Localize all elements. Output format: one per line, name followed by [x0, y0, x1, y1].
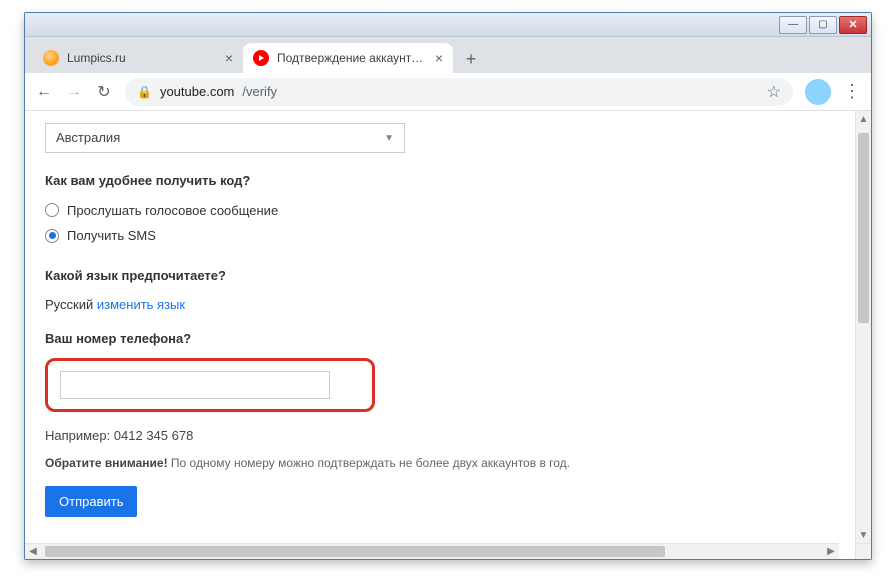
browser-menu-button[interactable]: ⋮ [843, 81, 861, 102]
phone-limit-note: Обратите внимание! По одному номеру можн… [45, 454, 835, 472]
tab-strip: Lumpics.ru × Подтверждение аккаунта - Yo… [25, 37, 871, 73]
browser-window: — ▢ ✕ Lumpics.ru × Подтверждение аккаунт… [24, 12, 872, 560]
lock-icon: 🔒 [137, 85, 152, 99]
horizontal-scrollbar[interactable]: ◀ ▶ [25, 543, 839, 559]
language-value: Русский [45, 297, 93, 312]
youtube-favicon-icon [253, 50, 269, 66]
country-select[interactable]: Австралия ▼ [45, 123, 405, 153]
phone-example: Например: 0412 345 678 [45, 426, 835, 446]
question-code-delivery: Как вам удобнее получить код? [45, 171, 835, 191]
profile-avatar[interactable] [805, 79, 831, 105]
forward-button[interactable]: → [65, 83, 83, 101]
window-minimize-button[interactable]: — [779, 16, 807, 34]
language-row: Русский изменить язык [45, 295, 835, 315]
radio-checked-icon [45, 229, 59, 243]
scroll-track[interactable] [856, 127, 871, 527]
question-language: Какой язык предпочитаете? [45, 266, 835, 286]
page-content: Австралия ▼ Как вам удобнее получить код… [25, 111, 855, 543]
vertical-scrollbar[interactable]: ▲ ▼ [855, 111, 871, 543]
question-phone: Ваш номер телефона? [45, 329, 835, 349]
url-domain: youtube.com [160, 84, 234, 99]
bookmark-star-icon[interactable]: ☆ [767, 82, 781, 102]
scroll-thumb[interactable] [45, 546, 665, 557]
tab-close-icon[interactable]: × [435, 51, 443, 65]
tab-title: Lumpics.ru [67, 51, 217, 65]
phone-input[interactable] [60, 371, 330, 399]
caret-down-icon: ▼ [384, 131, 394, 146]
tab-close-icon[interactable]: × [225, 51, 233, 65]
scroll-down-arrow-icon[interactable]: ▼ [856, 527, 871, 543]
reload-button[interactable]: ↻ [95, 82, 113, 102]
tab-youtube-verify[interactable]: Подтверждение аккаунта - You × [243, 43, 453, 73]
submit-button[interactable]: Отправить [45, 486, 137, 517]
scroll-thumb[interactable] [858, 133, 869, 323]
change-language-link[interactable]: изменить язык [97, 297, 185, 312]
tab-lumpics[interactable]: Lumpics.ru × [33, 43, 243, 73]
scrollbar-corner [855, 543, 871, 559]
window-close-button[interactable]: ✕ [839, 16, 867, 34]
radio-option-sms[interactable]: Получить SMS [45, 226, 835, 246]
radio-option-voice[interactable]: Прослушать голосовое сообщение [45, 201, 835, 221]
tab-title: Подтверждение аккаунта - You [277, 51, 427, 65]
toolbar: ← → ↻ 🔒 youtube.com/verify ☆ ⋮ [25, 73, 871, 111]
country-selected-value: Австралия [56, 128, 120, 148]
scroll-left-arrow-icon[interactable]: ◀ [25, 544, 41, 559]
viewport: Австралия ▼ Как вам удобнее получить код… [25, 111, 871, 543]
window-maximize-button[interactable]: ▢ [809, 16, 837, 34]
radio-label: Получить SMS [67, 226, 156, 246]
url-path: /verify [242, 84, 277, 99]
scroll-right-arrow-icon[interactable]: ▶ [823, 544, 839, 559]
window-titlebar: — ▢ ✕ [25, 13, 871, 37]
new-tab-button[interactable]: + [457, 45, 485, 73]
radio-icon [45, 203, 59, 217]
lumpics-favicon-icon [43, 50, 59, 66]
radio-label: Прослушать голосовое сообщение [67, 201, 278, 221]
scroll-track[interactable] [41, 544, 823, 559]
phone-highlight-annotation [45, 358, 375, 412]
address-bar[interactable]: 🔒 youtube.com/verify ☆ [125, 78, 793, 106]
scroll-up-arrow-icon[interactable]: ▲ [856, 111, 871, 127]
back-button[interactable]: ← [35, 83, 53, 101]
